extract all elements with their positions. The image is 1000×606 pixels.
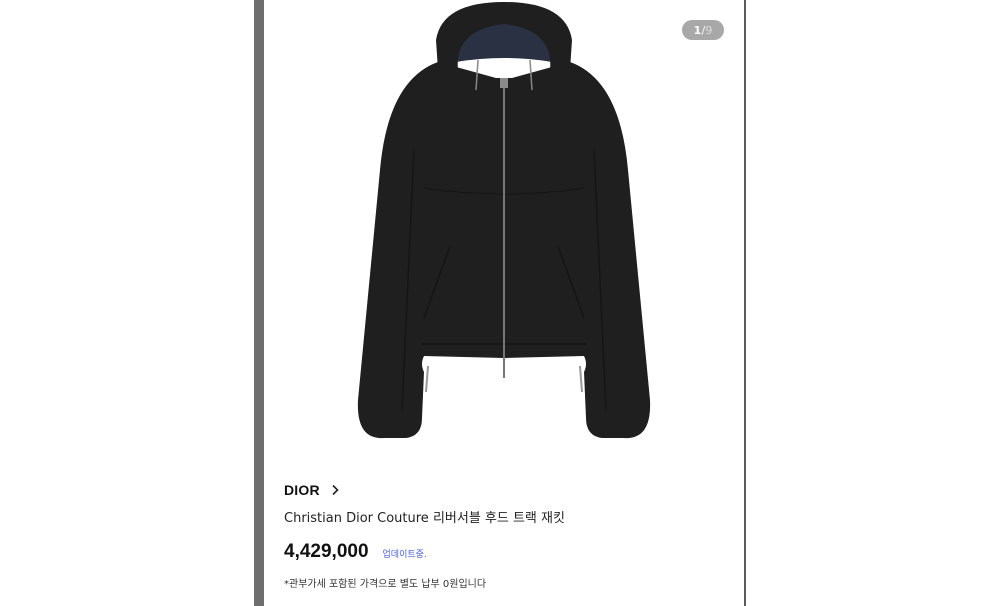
brand-name[interactable]: DIOR: [284, 482, 320, 498]
product-panel: 1/9 DIOR Christian Dior Couture 리버서블 후드 …: [264, 0, 744, 606]
right-frame-bar: [744, 0, 746, 606]
left-frame-bar: [254, 0, 264, 606]
brand-link[interactable]: DIOR: [284, 480, 340, 500]
product-name: Christian Dior Couture 리버서블 후드 트랙 재킷: [284, 511, 565, 526]
image-page-counter: 1/9: [682, 20, 724, 40]
page-current: 1: [693, 23, 702, 37]
product-price: 4,429,000: [284, 541, 369, 562]
price-row: 4,429,000 업데이트중.: [284, 541, 427, 563]
chevron-right-icon[interactable]: [330, 484, 340, 496]
tax-note: *관부가세 포함된 가격으로 별도 납부 0원입니다: [284, 579, 487, 590]
page-total: 9: [705, 23, 713, 37]
product-image[interactable]: [264, 0, 744, 462]
price-status: 업데이트중.: [382, 550, 427, 560]
product-image-gallery[interactable]: 1/9: [264, 0, 744, 462]
